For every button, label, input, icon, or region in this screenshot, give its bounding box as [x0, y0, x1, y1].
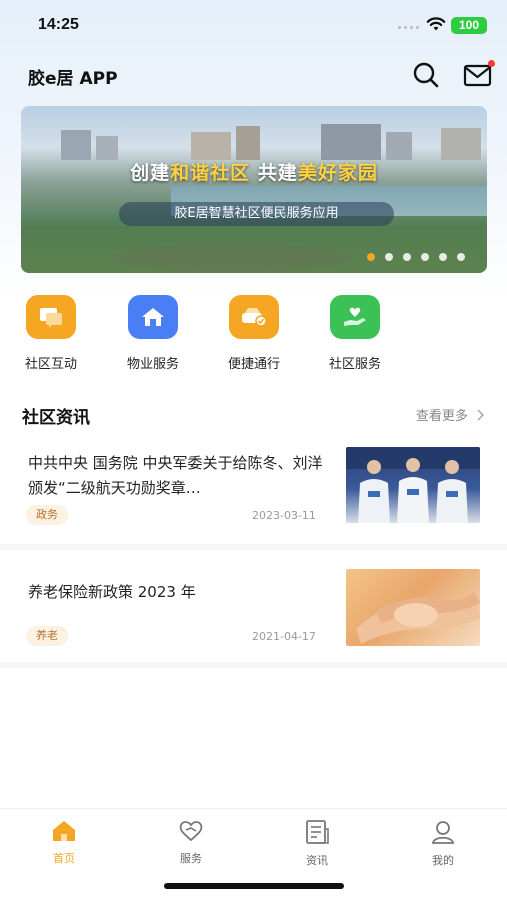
battery-indicator: 100 [451, 17, 487, 34]
news-tag: 政务 [26, 505, 68, 525]
tab-services[interactable]: 服务 [161, 819, 221, 866]
quick-action-label: 便捷通行 [227, 357, 280, 372]
quick-action-label: 物业服务 [126, 357, 179, 372]
app-title: 胶e居 APP [28, 69, 118, 89]
car-pass-icon [229, 295, 279, 339]
tab-news[interactable]: 资讯 [287, 819, 347, 868]
news-section-title: 社区资讯 [22, 408, 90, 428]
search-icon [413, 62, 439, 88]
quick-action-label: 社区互动 [24, 357, 77, 372]
holding-hands-photo [356, 591, 480, 644]
tab-home[interactable]: 首页 [34, 819, 94, 866]
carousel-dot[interactable] [439, 253, 447, 261]
news-thumbnail [346, 569, 480, 646]
tab-profile[interactable]: 我的 [413, 819, 473, 868]
messages-button[interactable] [463, 60, 495, 90]
carousel-dot[interactable] [403, 253, 411, 261]
tab-label: 首页 [53, 852, 75, 865]
wifi-icon [426, 17, 446, 31]
news-title: 养老保险新政策 2023 年 [28, 583, 196, 601]
unread-badge [488, 60, 495, 67]
quick-action-property-service[interactable]: 物业服务 [113, 295, 193, 372]
banner-headline-highlight: 和谐社区 [170, 162, 251, 184]
carousel-dot[interactable] [367, 253, 375, 261]
astronauts-photo [346, 447, 480, 523]
tab-label: 我的 [432, 854, 454, 867]
news-icon [306, 820, 329, 844]
cellular-signal-icon [398, 26, 419, 29]
banner-headline-text: 创建 [130, 162, 171, 184]
carousel-dot[interactable] [421, 253, 429, 261]
status-time: 14:25 [38, 16, 79, 33]
heart-hand-icon [330, 295, 380, 339]
news-date: 2023-03-11 [252, 509, 316, 522]
chevron-right-icon [477, 409, 485, 421]
home-indicator [164, 883, 344, 889]
news-date: 2021-04-17 [252, 630, 316, 643]
banner-headline-text: 共建 [250, 162, 298, 184]
status-bar: 14:25 100 [0, 0, 507, 48]
carousel-dot[interactable] [385, 253, 393, 261]
news-title: 中共中央 国务院 中央军委关于给陈冬、刘洋颁发“二级航天功勋奖章… [28, 454, 323, 497]
banner-headline: 创建和谐社区 共建美好家园 [21, 158, 487, 185]
view-more-label: 查看更多 [415, 409, 468, 424]
home-icon [53, 821, 75, 841]
view-more-link[interactable]: 查看更多 [416, 405, 485, 424]
house-icon [128, 295, 178, 339]
news-item[interactable]: 中共中央 国务院 中央军委关于给陈冬、刘洋颁发“二级航天功勋奖章… 政务 202… [0, 436, 507, 550]
banner-carousel[interactable]: 创建和谐社区 共建美好家园 胶E居智慧社区便民服务应用 [21, 106, 487, 273]
tab-label: 资讯 [306, 854, 328, 867]
search-button[interactable] [411, 60, 441, 90]
news-thumbnail [346, 447, 480, 523]
quick-action-community-service[interactable]: 社区服务 [315, 295, 395, 372]
news-tag: 养老 [26, 626, 68, 646]
profile-icon [431, 821, 455, 844]
banner-headline-highlight: 美好家园 [297, 162, 378, 184]
carousel-dot[interactable] [457, 253, 465, 261]
app-header: 胶e居 APP [0, 52, 507, 96]
chat-bubbles-icon [26, 295, 76, 339]
news-item[interactable]: 养老保险新政策 2023 年 养老 2021-04-17 [0, 556, 507, 668]
heart-service-icon [179, 821, 203, 842]
quick-action-community-interaction[interactable]: 社区互动 [11, 295, 91, 372]
quick-action-label: 社区服务 [328, 357, 381, 372]
quick-action-convenient-access[interactable]: 便捷通行 [214, 295, 294, 372]
carousel-indicator[interactable] [367, 253, 465, 261]
banner-subtitle: 胶E居智慧社区便民服务应用 [119, 202, 394, 226]
tab-label: 服务 [180, 852, 202, 865]
